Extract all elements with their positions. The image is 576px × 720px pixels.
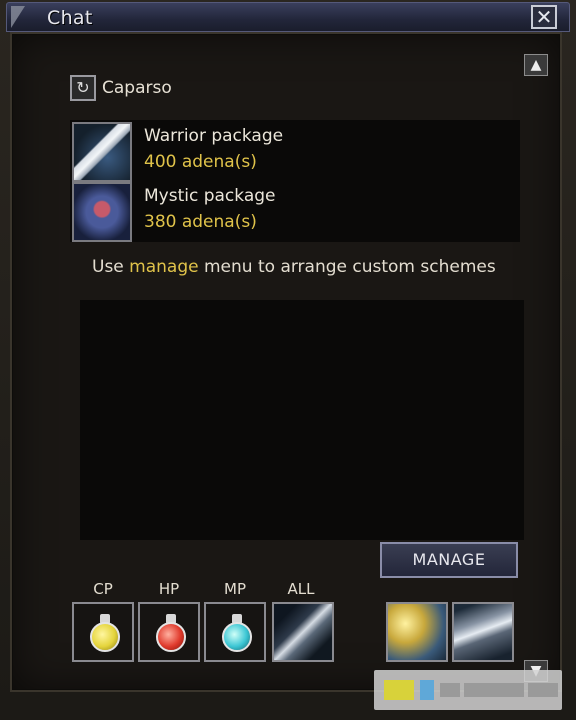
mystic-icon [72,182,132,242]
cp-potion-icon [90,614,120,652]
chat-dialog: Chat ✕ ▲ ↻ Caparso Warrior package 400 a… [0,0,576,720]
package-list: Warrior package 400 adena(s) Mystic pack… [70,120,520,242]
package-mystic[interactable]: Mystic package 380 adena(s) [72,182,518,242]
refresh-icon: ↻ [70,75,96,101]
buff-labels: CP HP MP ALL [72,580,342,600]
package-price: 380 adena(s) [144,212,257,232]
buff-label-mp: MP [224,580,246,598]
mp-potion-icon [222,614,252,652]
title-bar[interactable]: Chat ✕ [6,2,570,32]
manage-hint: Use manage menu to arrange custom scheme… [92,257,496,277]
hp-potion-icon [156,614,186,652]
mp-potion-button[interactable] [204,602,266,662]
hint-text-before: Use [92,257,130,277]
buff-label-hp: HP [158,580,180,598]
hp-potion-button[interactable] [138,602,200,662]
hint-text-after: menu to arrange custom schemes [198,257,496,277]
hint-manage-link[interactable]: manage [129,257,198,277]
buff-label-cp: CP [93,580,113,598]
buff-skill-button-1[interactable] [386,602,448,662]
cp-potion-button[interactable] [72,602,134,662]
custom-schemes-area [80,300,524,540]
close-icon[interactable]: ✕ [531,5,557,29]
manage-button[interactable]: MANAGE [380,542,518,578]
npc-link[interactable]: ↻ Caparso [70,74,172,102]
package-price: 400 adena(s) [144,152,257,172]
package-name: Warrior package [144,126,284,146]
title-corner-decoration [11,6,25,28]
npc-name: Caparso [102,78,172,98]
dialog-content: ▲ ↻ Caparso Warrior package 400 adena(s)… [10,32,562,692]
buff-label-all: ALL [287,580,315,598]
buff-skill-button-2[interactable] [452,602,514,662]
package-warrior[interactable]: Warrior package 400 adena(s) [72,122,518,182]
scroll-up-arrow-icon[interactable]: ▲ [524,54,548,76]
window-title: Chat [47,7,93,29]
watermark-logo [374,670,562,710]
package-name: Mystic package [144,186,276,206]
restore-all-button[interactable] [272,602,334,662]
sword-icon [72,122,132,182]
